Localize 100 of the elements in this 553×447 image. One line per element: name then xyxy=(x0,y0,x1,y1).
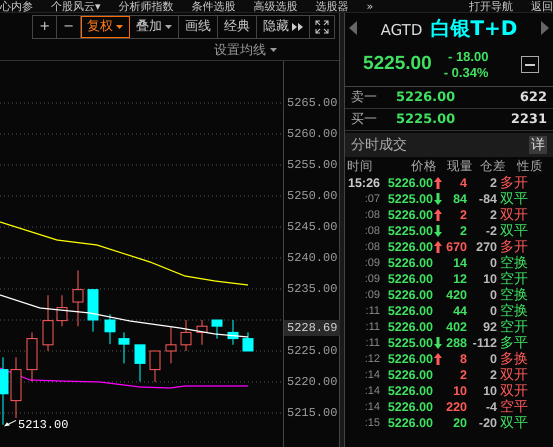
toolbar-button[interactable]: + xyxy=(33,16,58,38)
trade-type: 多平 xyxy=(500,336,528,350)
price-axis-label: 5235.00 xyxy=(287,283,338,295)
trade-time: :12 xyxy=(364,352,380,366)
price-axis-label: 5265.00 xyxy=(287,97,338,109)
menu-item[interactable]: 高级选股 xyxy=(254,0,298,12)
trade-price: 5226.00 xyxy=(386,208,433,222)
price-axis-label: 5240.00 xyxy=(287,252,338,264)
trade-price: 5225.00 xyxy=(386,192,433,206)
last-price: 5225.00 xyxy=(363,52,432,76)
trade-type: 空换 xyxy=(500,304,528,318)
trade-volume: 420 xyxy=(445,288,467,302)
menu-item[interactable]: 条件选股 xyxy=(192,0,236,12)
book-volume: 622 xyxy=(520,88,547,107)
trade-price: 5226.00 xyxy=(386,272,433,286)
toolbar-button[interactable]: 隐藏 xyxy=(257,16,310,38)
trade-time: :09 xyxy=(364,256,380,270)
candle xyxy=(72,270,84,327)
trade-price: 5226.00 xyxy=(386,176,433,190)
open-interest-change: -84 xyxy=(478,192,497,206)
candle xyxy=(88,289,98,332)
trade-price: 5226.00 xyxy=(386,384,433,398)
open-interest-change: 92 xyxy=(482,320,497,334)
price-axis-label: 5255.00 xyxy=(287,159,338,171)
price-change: - 18.00 xyxy=(448,48,488,64)
trade-volume: 2 xyxy=(459,368,467,382)
toolbar-button[interactable]: − xyxy=(57,16,81,38)
trade-time: :11 xyxy=(364,336,380,350)
open-interest-change: 2 xyxy=(489,208,497,222)
trade-price: 5226.00 xyxy=(386,288,433,302)
price-axis-label: 5215.00 xyxy=(287,407,338,419)
trade-time: :07 xyxy=(364,192,380,206)
candle xyxy=(228,320,238,346)
open-interest-change: 0 xyxy=(489,352,497,366)
column-header: 价格 xyxy=(410,160,437,172)
candle xyxy=(212,320,222,340)
trade-type: 双平 xyxy=(500,224,528,238)
price-axis-label: 5250.00 xyxy=(287,190,338,202)
trade-volume: 20 xyxy=(452,416,467,430)
trade-type: 多换 xyxy=(500,352,528,366)
current-price-tag: 5228.69 xyxy=(284,320,340,336)
trade-type: 空换 xyxy=(500,256,528,270)
trade-type: 双平 xyxy=(500,192,528,206)
open-interest-change: 0 xyxy=(489,288,497,302)
trade-type: 多开 xyxy=(500,176,528,190)
menu-item[interactable]: 心内参 xyxy=(0,0,33,12)
menu-item[interactable]: 选股器 xyxy=(316,0,349,12)
previous-icon[interactable] xyxy=(349,21,357,35)
trade-type: 双平 xyxy=(500,416,528,430)
open-interest-change: -4 xyxy=(484,400,497,414)
instrument-name: 白银T+D xyxy=(430,15,518,42)
open-interest-change: 10 xyxy=(482,384,497,398)
minus-icon xyxy=(525,64,535,66)
trade-time: :14 xyxy=(364,384,380,398)
toolbar-button[interactable]: 经典 xyxy=(218,16,257,38)
trade-time: :08 xyxy=(364,224,380,238)
menu-item[interactable]: 返回 xyxy=(531,0,553,12)
candle xyxy=(26,332,38,382)
trade-type: 双开 xyxy=(500,384,528,398)
next-icon[interactable] xyxy=(540,21,549,35)
trade-type: 多开 xyxy=(500,240,528,254)
trade-price: 5226.00 xyxy=(386,256,433,270)
menu-item[interactable]: 个股风云▾ xyxy=(51,0,101,12)
trade-volume: 4 xyxy=(459,176,467,190)
open-interest-change: 270 xyxy=(475,240,497,254)
trade-time: :15 xyxy=(364,416,380,430)
column-header: 时间 xyxy=(347,160,374,172)
collapse-button[interactable] xyxy=(521,56,539,73)
candle xyxy=(196,320,208,346)
trade-volume: 402 xyxy=(445,320,467,334)
menu-item[interactable]: 打开导航 xyxy=(469,0,513,12)
trade-time: :09 xyxy=(364,288,380,302)
trade-volume: 670 xyxy=(445,240,467,254)
menu-item[interactable]: 分析师指数 xyxy=(118,0,174,12)
trade-time: :08 xyxy=(364,208,380,222)
trade-time: :14 xyxy=(364,400,380,414)
trade-volume: 10 xyxy=(452,384,467,398)
trade-type: 空开 xyxy=(500,320,528,334)
detail-button[interactable]: 详 xyxy=(529,136,547,154)
candle xyxy=(10,356,22,418)
candle xyxy=(166,326,176,364)
candle xyxy=(56,294,68,327)
toolbar-button[interactable]: 叠加 xyxy=(130,16,179,38)
menu-item[interactable]: » xyxy=(366,0,374,12)
trade-time: :11 xyxy=(364,320,380,334)
price-axis-label: 5260.00 xyxy=(287,128,338,140)
column-header: 仓差 xyxy=(479,160,506,172)
column-header: 现量 xyxy=(446,160,473,172)
trade-type: 空开 xyxy=(500,272,528,286)
toolbar-button[interactable]: 复权 xyxy=(81,16,130,38)
trade-price: 5226.00 xyxy=(386,304,433,318)
open-interest-change: -112 xyxy=(472,336,497,350)
book-volume: 2231 xyxy=(510,110,547,129)
price-axis-label: 5245.00 xyxy=(287,221,338,233)
ma-settings-dropdown[interactable]: 设置均线 xyxy=(214,44,277,56)
column-header: 性质 xyxy=(516,160,543,172)
toolbar-button[interactable]: 画线 xyxy=(179,16,218,38)
trade-volume: 44 xyxy=(452,304,467,318)
open-interest-change: -2 xyxy=(484,224,497,238)
trade-time: :11 xyxy=(364,304,380,318)
